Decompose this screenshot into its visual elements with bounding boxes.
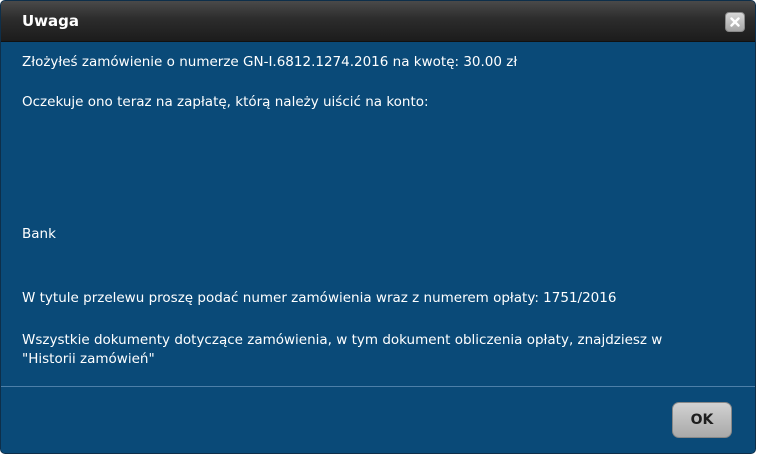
- bank-text: Bank: [22, 226, 56, 242]
- dialog-content: Złożyłeś zamówienie o numerze GN-I.6812.…: [1, 42, 755, 386]
- alert-dialog: Uwaga Złożyłeś zamówienie o numerze GN-I…: [0, 0, 756, 454]
- transfer-title-text: W tytule przelewu proszę podać numer zam…: [22, 290, 617, 306]
- payment-info-text: Oczekuje ono teraz na zapłatę, którą nal…: [22, 94, 429, 110]
- dialog-footer: OK: [1, 386, 755, 453]
- dialog-titlebar: Uwaga: [1, 1, 755, 42]
- close-icon: [730, 17, 740, 27]
- documents-info-text: Wszystkie dokumenty dotyczące zamówienia…: [22, 332, 663, 367]
- ok-button[interactable]: OK: [672, 402, 732, 438]
- close-button[interactable]: [725, 12, 745, 32]
- order-info-text: Złożyłeś zamówienie o numerze GN-I.6812.…: [22, 54, 518, 70]
- dialog-title: Uwaga: [22, 12, 80, 30]
